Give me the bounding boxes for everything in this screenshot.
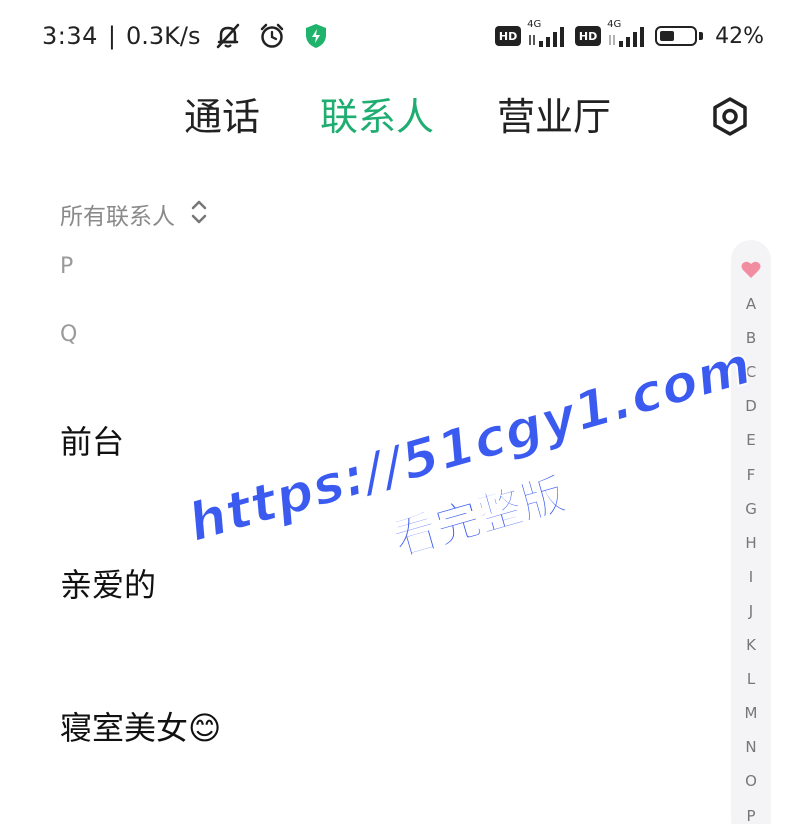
contact-item[interactable]: 寝室美女😊 [60, 698, 680, 758]
index-letter-l[interactable]: L [731, 670, 771, 688]
network-speed: 0.3K/s [126, 22, 201, 50]
tab-service-hall[interactable]: 营业厅 [497, 92, 611, 142]
battery-tip [699, 32, 704, 40]
hd-badge-1: HD [495, 26, 522, 46]
index-letter-o[interactable]: O [731, 772, 771, 790]
alarm-icon [255, 19, 289, 53]
status-separator: | [107, 22, 116, 50]
index-letter-k[interactable]: K [731, 636, 771, 654]
battery-body [655, 26, 698, 46]
tab-contacts[interactable]: 联系人 [320, 92, 434, 142]
index-letter-i[interactable]: I [731, 568, 771, 586]
battery-icon [655, 25, 705, 47]
tab-calls[interactable]: 通话 [184, 92, 260, 142]
index-letter-j[interactable]: J [731, 602, 771, 620]
tab-bar: 通话 联系人 营业厅 [0, 92, 800, 142]
bell-off-icon [211, 19, 245, 53]
settings-button[interactable] [708, 95, 752, 139]
watermark-overlay: https://51cgy1.com 看完整版 [181, 335, 759, 727]
section-header-q: Q [60, 322, 78, 347]
index-letter-c[interactable]: C [731, 363, 771, 381]
index-letter-m[interactable]: M [731, 704, 771, 722]
index-letter-a[interactable]: A [731, 295, 771, 313]
alphabet-index[interactable]: ABCDEFGHIJKLMNOP [731, 240, 771, 824]
contacts-screen: 3:34 | 0.3K/s HD 4G HD 4G 42% 通话 联系人 营业厅… [0, 0, 800, 824]
index-letter-f[interactable]: F [731, 466, 771, 484]
index-letter-n[interactable]: N [731, 738, 771, 756]
index-letter-e[interactable]: E [731, 431, 771, 449]
filter-label: 所有联系人 [60, 204, 175, 230]
sort-chevrons-icon [189, 198, 209, 230]
index-letter-d[interactable]: D [731, 397, 771, 415]
battery-level [660, 31, 674, 41]
signal-icon-2: 4G [607, 19, 649, 51]
section-header-p: P [60, 254, 74, 279]
shield-icon [299, 19, 333, 53]
index-letter-h[interactable]: H [731, 534, 771, 552]
index-letter-g[interactable]: G [731, 500, 771, 518]
signal-icon: 4G [527, 19, 569, 51]
status-left: 3:34 | 0.3K/s [42, 18, 333, 54]
status-right: HD 4G HD 4G 42% [495, 18, 764, 54]
hexagon-settings-icon [713, 97, 747, 136]
status-bar: 3:34 | 0.3K/s HD 4G HD 4G 42% [0, 0, 800, 70]
contact-filter-dropdown[interactable]: 所有联系人 [60, 196, 209, 232]
index-letter-p[interactable]: P [731, 807, 771, 824]
index-letter-b[interactable]: B [731, 329, 771, 347]
status-time: 3:34 [42, 22, 98, 50]
contact-item[interactable]: 前台 [60, 412, 680, 472]
battery-percent: 42% [715, 23, 764, 49]
contact-item[interactable]: 亲爱的 [60, 555, 680, 615]
heart-icon[interactable] [731, 260, 771, 284]
hd-badge-2: HD [575, 26, 602, 46]
